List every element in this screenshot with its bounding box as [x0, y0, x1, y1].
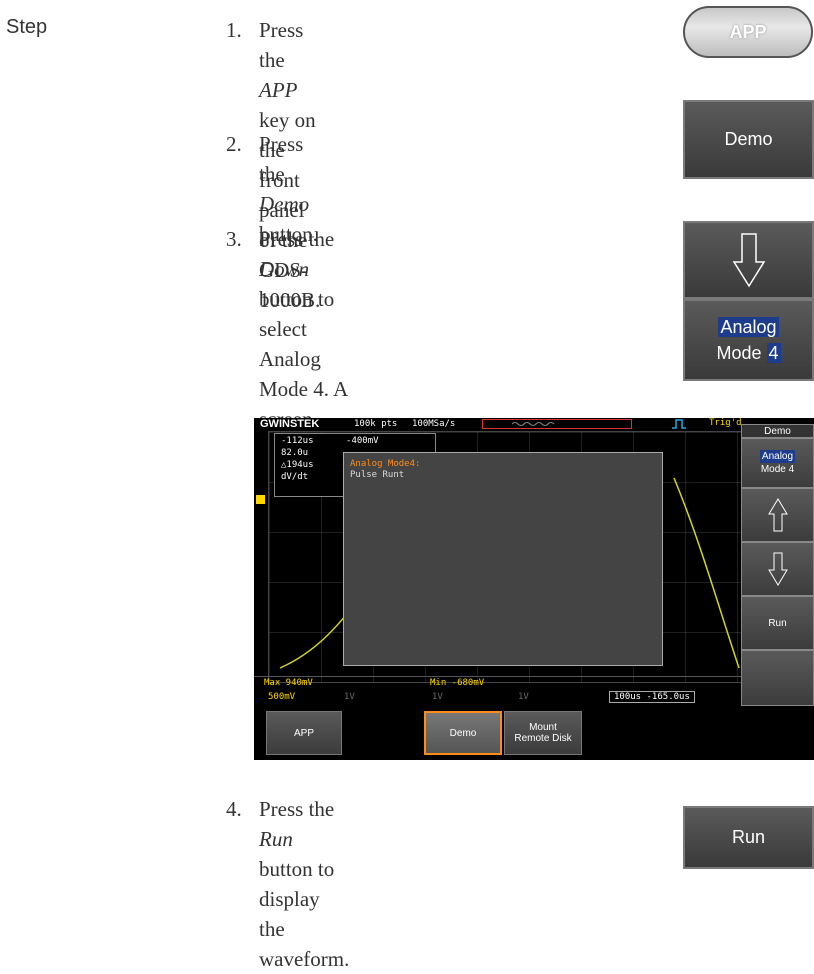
side-menu-run[interactable]: Run: [741, 596, 814, 650]
dialog-title: Analog Mode4:: [350, 459, 421, 469]
side-menu-title: Demo: [741, 424, 814, 438]
measurement-bar: Max 940mV Min -680mV: [254, 676, 814, 690]
ch3-scale: 1V: [432, 692, 443, 702]
down-button[interactable]: [683, 221, 814, 299]
demo-button[interactable]: Demo: [683, 100, 814, 179]
channel-status-bar: 500mV 1V 1V 1V 100us -165.0us: [254, 691, 814, 705]
app-key[interactable]: APP: [683, 6, 813, 58]
analog-mode-dialog: Analog Mode4: Pulse Runt: [343, 452, 663, 666]
arrow-down-icon: [732, 233, 765, 288]
readout-line: 82.0u: [281, 448, 309, 458]
dialog-text: Pulse Runt: [350, 470, 405, 480]
timebase-readout: 100us -165.0us: [609, 691, 695, 703]
step-number: 2.: [226, 132, 242, 156]
step-line: waveform.: [259, 947, 350, 971]
ch1-scale: 500mV: [268, 692, 296, 702]
scope-screenshot: GWINSTEK 100k pts 100MSa/s Trig'd -112us…: [254, 418, 814, 760]
arrow-up-icon: [767, 498, 788, 532]
step-line: Press the Run button to display the: [259, 797, 335, 941]
analog-mode-label: Analog: [718, 317, 779, 337]
step-number: 3.: [226, 227, 242, 251]
step-label: Step: [6, 16, 48, 38]
readout-line: -112us -400mV: [281, 436, 379, 446]
readout-line: dV/dt: [281, 472, 309, 482]
soft-app-button[interactable]: APP: [266, 711, 342, 755]
side-menu-analog-mode[interactable]: Analog Mode 4: [741, 438, 814, 488]
scope-side-menu: Demo Analog Mode 4 Run: [741, 424, 814, 724]
arrow-down-icon: [767, 552, 788, 586]
mount-remote-disk-button[interactable]: Mount Remote Disk: [504, 711, 582, 755]
side-menu-down[interactable]: [741, 542, 814, 596]
readout-line: △194us: [281, 460, 314, 470]
analog-mode-sub: Mode 4: [716, 343, 781, 363]
step-text: Press the Run button to display the wavef…: [259, 794, 349, 974]
step-line: Press the Down button to select: [259, 227, 335, 341]
side-menu-up[interactable]: [741, 488, 814, 542]
step-number: 4.: [226, 797, 242, 821]
soft-demo-button[interactable]: Demo: [424, 711, 502, 755]
ch4-scale: 1V: [518, 692, 529, 702]
side-menu-blank[interactable]: [741, 650, 814, 706]
analog-mode-button[interactable]: Analog Mode 4: [683, 299, 814, 381]
step-number: 1.: [226, 18, 242, 42]
ch1-marker-icon: [256, 495, 265, 504]
min-measurement: Min -680mV: [430, 678, 485, 688]
run-button[interactable]: Run: [683, 806, 814, 869]
ch2-scale: 1V: [344, 692, 355, 702]
max-measurement: Max 940mV: [264, 678, 313, 688]
